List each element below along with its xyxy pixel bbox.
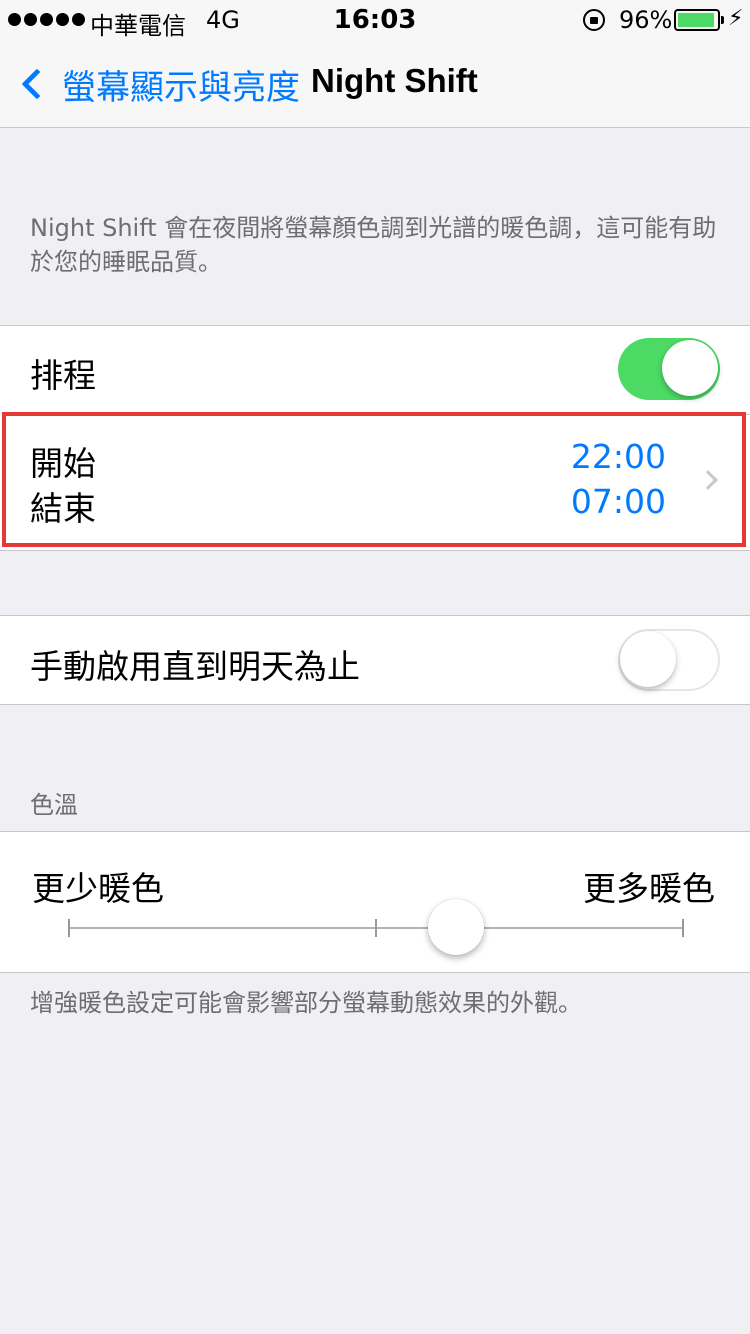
battery-icon [674,9,724,31]
night-shift-settings-screen: 中華電信 4G 16:03 96% ⚡ 螢幕顯示與亮度 Night Shift … [0,0,750,1334]
status-bar: 中華電信 4G 16:03 96% ⚡ [0,0,750,40]
charging-bolt-icon: ⚡ [728,6,744,31]
schedule-label: 排程 [30,356,96,395]
rotation-lock-icon [583,9,605,31]
toggle-knob [662,340,718,396]
slider-tick [682,919,684,937]
manual-enable-toggle[interactable] [618,629,720,691]
slider-tick [68,919,70,937]
manual-group: 手動啟用直到明天為止 [0,615,750,705]
night-shift-description: Night Shift 會在夜間將螢幕顏色調到光譜的暖色調，這可能有助於您的睡眠… [30,214,717,276]
slider-thumb[interactable] [428,899,485,955]
less-warm-label: 更少暖色 [32,869,164,908]
color-temperature-header: 色溫 [30,791,78,819]
battery-percent: 96% [619,6,673,34]
color-temperature-footer: 增強暖色設定可能會影響部分螢幕動態效果的外觀。 [30,989,582,1017]
top-bar: 中華電信 4G 16:03 96% ⚡ 螢幕顯示與亮度 Night Shift [0,0,750,128]
more-warm-label: 更多暖色 [583,869,715,908]
back-button-label: 螢幕顯示與亮度 [62,67,300,108]
back-button[interactable]: 螢幕顯示與亮度 [14,60,300,108]
toggle-knob [620,631,676,687]
page-title: Night Shift [311,62,478,99]
schedule-toggle[interactable] [618,338,720,400]
slider-tick [375,919,377,937]
highlight-box [2,412,746,547]
navigation-bar: 螢幕顯示與亮度 Night Shift [0,40,750,128]
color-temperature-slider[interactable] [68,899,684,955]
manual-enable-label: 手動啟用直到明天為止 [30,647,360,686]
chevron-left-icon [21,68,53,100]
